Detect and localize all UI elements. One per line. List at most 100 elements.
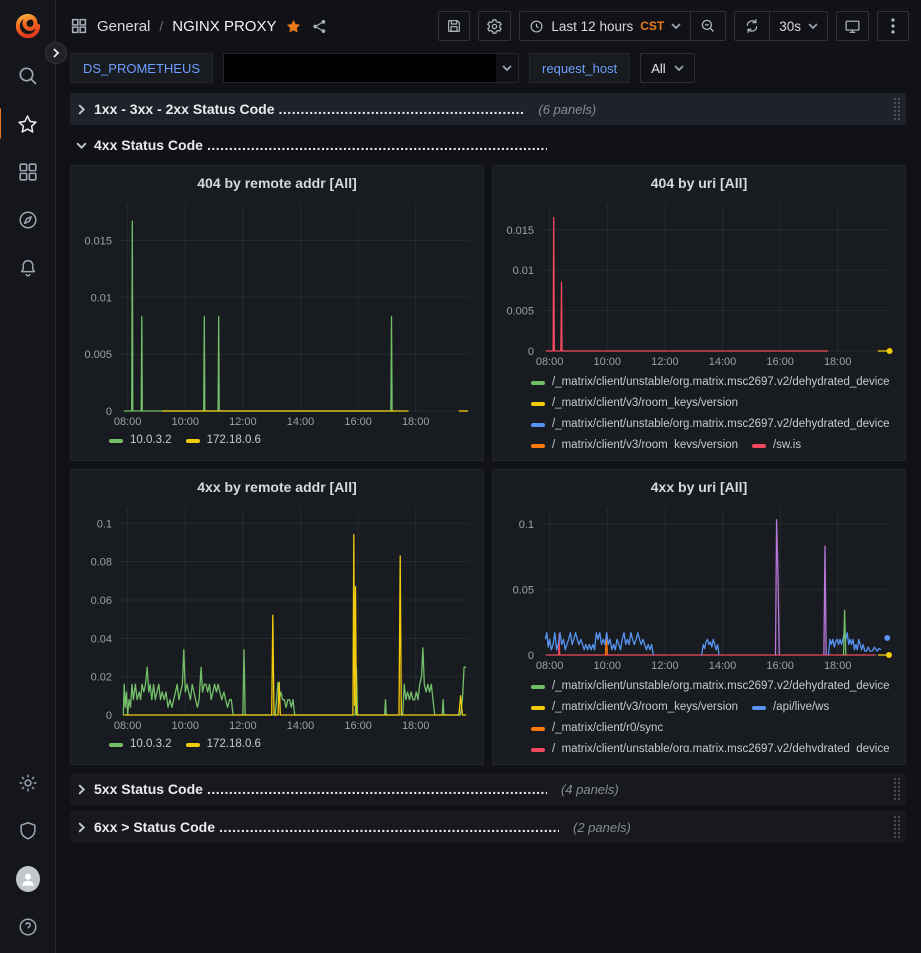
legend-item[interactable]: /_matrix/client/unstable/org.matrix.msc2… xyxy=(531,414,890,435)
save-dashboard-button[interactable] xyxy=(438,11,470,41)
legend-item[interactable]: 10.0.3.2 xyxy=(109,734,172,755)
kebab-menu-button[interactable] xyxy=(877,11,909,41)
panel-404-by-uri: 404 by uri [All] 00.0050.010.01508:0010:… xyxy=(492,165,906,461)
x-axis-tick-label: 08:00 xyxy=(536,660,564,672)
request-host-variable-select[interactable]: All xyxy=(640,53,694,83)
breadcrumb-section[interactable]: General xyxy=(97,18,150,35)
panel-title[interactable]: 4xx by uri [All] xyxy=(501,476,897,498)
legend-item[interactable]: 172.18.0.6 xyxy=(186,430,261,451)
row-header-5xx[interactable]: 5xx Status Code ........................… xyxy=(70,773,906,805)
series-color-chip xyxy=(531,748,545,752)
search-icon[interactable] xyxy=(16,64,40,88)
breadcrumb-separator: / xyxy=(159,18,163,34)
main-area: General / NGINX PROXY xyxy=(56,0,921,953)
series-line xyxy=(702,639,719,655)
series-color-chip xyxy=(531,402,545,406)
legend-item[interactable]: /_matrix/client/v3/room_keys/version xyxy=(531,435,738,448)
row-dots: ........................................… xyxy=(279,101,525,117)
apps-grid-icon xyxy=(70,17,88,35)
panel-title[interactable]: 404 by uri [All] xyxy=(501,172,897,194)
row-dots: ........................................… xyxy=(207,137,547,153)
dashboard-settings-button[interactable] xyxy=(478,11,511,41)
explore-compass-icon[interactable] xyxy=(16,208,40,232)
dashboards-icon[interactable] xyxy=(16,160,40,184)
legend-series-name: /_matrix/client/r0/sync xyxy=(552,718,663,739)
panel-title[interactable]: 404 by remote addr [All] xyxy=(79,172,475,194)
series-end-point xyxy=(884,635,890,641)
help-icon[interactable] xyxy=(16,915,40,939)
series-color-chip xyxy=(186,439,200,443)
legend-item[interactable]: /_matrix/client/r0/sync xyxy=(531,718,663,739)
legend-item[interactable]: /api/live/ws xyxy=(752,697,829,718)
x-axis-tick-label: 12:00 xyxy=(229,416,257,428)
legend-item[interactable]: 10.0.3.2 xyxy=(109,430,172,451)
y-axis-tick-label: 0 xyxy=(528,650,534,662)
grafana-logo-icon[interactable] xyxy=(16,14,40,38)
legend-item[interactable]: /_matrix/client/v3/room_keys/version xyxy=(531,393,738,414)
legend-item[interactable]: /_matrix/client/unstable/org.matrix.msc2… xyxy=(531,676,890,697)
series-color-chip xyxy=(109,743,123,747)
datasource-variable-select[interactable] xyxy=(223,53,519,83)
series-color-chip xyxy=(531,444,545,448)
legend-item[interactable]: /_matrix/client/unstable/org.matrix.msc2… xyxy=(531,739,890,752)
row-panel-count: (4 panels) xyxy=(561,782,619,797)
legend-series-name: 172.18.0.6 xyxy=(207,734,261,755)
legend-item[interactable]: /_matrix/client/v3/room_keys/version xyxy=(531,697,738,718)
chevron-down-icon xyxy=(808,21,818,31)
legend-series-name: /_matrix/client/v3/room_keys/version xyxy=(552,393,738,414)
datasource-variable-label[interactable]: DS_PROMETHEUS xyxy=(70,53,213,83)
series-line xyxy=(124,221,396,411)
row-dots: ........................................… xyxy=(219,819,559,835)
starred-dashboards-icon[interactable] xyxy=(16,112,40,136)
share-icon[interactable] xyxy=(311,18,328,35)
legend-item[interactable]: /sw.js xyxy=(752,435,801,448)
x-axis-tick-label: 16:00 xyxy=(766,356,794,368)
legend-series-name: /_matrix/client/unstable/org.matrix.msc2… xyxy=(552,372,890,393)
series-color-chip xyxy=(752,706,766,710)
request-host-variable-label[interactable]: request_host xyxy=(529,53,630,83)
x-axis-tick-label: 10:00 xyxy=(171,720,199,732)
legend-item[interactable]: 172.18.0.6 xyxy=(186,734,261,755)
series-color-chip xyxy=(531,685,545,689)
user-avatar[interactable] xyxy=(16,867,40,891)
row-drag-handle[interactable] xyxy=(894,816,900,838)
tv-mode-button[interactable] xyxy=(836,11,869,41)
panel-legend: /_matrix/client/unstable/org.matrix.msc2… xyxy=(501,676,897,752)
chart-series xyxy=(546,218,893,354)
alerting-bell-icon[interactable] xyxy=(16,256,40,280)
x-axis-tick-label: 12:00 xyxy=(229,720,257,732)
dashboard-title[interactable]: NGINX PROXY xyxy=(172,18,276,35)
row-header-6xx[interactable]: 6xx > Status Code ......................… xyxy=(70,811,906,843)
settings-gear-icon[interactable] xyxy=(16,771,40,795)
x-axis-tick-label: 10:00 xyxy=(171,416,199,428)
legend-item[interactable]: /_matrix/client/unstable/org.matrix.msc2… xyxy=(531,372,890,393)
refresh-button[interactable] xyxy=(735,12,769,40)
chevron-down-icon xyxy=(671,21,681,31)
row-drag-handle[interactable] xyxy=(894,98,900,120)
chevron-right-icon xyxy=(76,104,87,115)
series-line xyxy=(546,218,828,351)
series-color-chip xyxy=(531,706,545,710)
row-drag-handle[interactable] xyxy=(894,778,900,800)
row-dots: ........................................… xyxy=(207,781,547,797)
y-axis-tick-label: 0.04 xyxy=(91,633,112,645)
sidebar-expand-button[interactable] xyxy=(45,42,67,64)
security-shield-icon[interactable] xyxy=(16,819,40,843)
row-title: 1xx - 3xx - 2xx Status Code xyxy=(94,101,275,117)
chart-series xyxy=(124,221,468,411)
time-range-picker[interactable]: Last 12 hours CST xyxy=(520,12,690,40)
x-axis-tick-label: 18:00 xyxy=(402,416,430,428)
y-axis-tick-label: 0 xyxy=(528,346,534,358)
y-axis-tick-label: 0 xyxy=(106,406,112,418)
timeseries-chart: 00.0050.010.01508:0010:0012:0014:0016:00… xyxy=(501,196,897,370)
x-axis-tick-label: 14:00 xyxy=(287,720,315,732)
panel-title[interactable]: 4xx by remote addr [All] xyxy=(79,476,475,498)
favorite-star-icon[interactable] xyxy=(285,18,302,35)
series-color-chip xyxy=(752,444,766,448)
row-header-1xx-3xx-2xx[interactable]: 1xx - 3xx - 2xx Status Code ............… xyxy=(70,93,906,125)
refresh-interval-picker[interactable]: 30s xyxy=(769,12,827,40)
legend-series-name: 172.18.0.6 xyxy=(207,430,261,451)
row-header-4xx[interactable]: 4xx Status Code ........................… xyxy=(70,131,906,159)
zoom-out-button[interactable] xyxy=(690,12,725,40)
x-axis-tick-label: 18:00 xyxy=(402,720,430,732)
